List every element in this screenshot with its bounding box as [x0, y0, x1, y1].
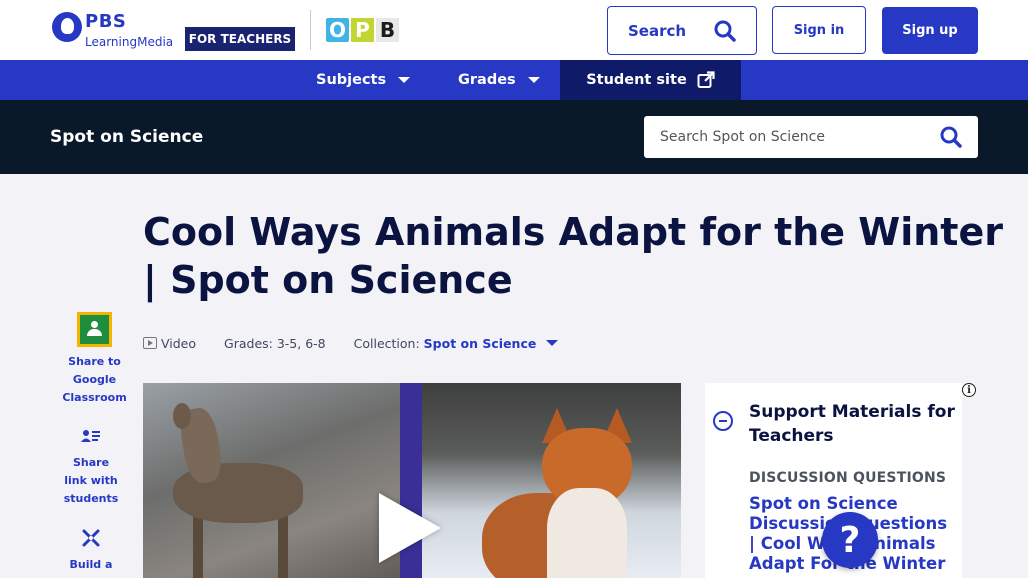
play-icon[interactable] — [379, 493, 441, 563]
for-teachers-badge: FOR TEACHERS — [185, 27, 295, 51]
nav-subjects-label: Subjects — [316, 72, 387, 88]
grades-text: Grades: 3-5, 6-8 — [224, 335, 326, 351]
video-thumbnail-deer — [143, 383, 400, 578]
build-label: Build a — [69, 558, 113, 571]
support-kicker: DISCUSSION QUESTIONS — [749, 470, 947, 486]
pencil-ruler-icon — [82, 529, 100, 547]
header-divider — [310, 10, 311, 50]
help-button[interactable]: ? — [822, 512, 878, 568]
chevron-down-icon — [527, 77, 540, 83]
opb-logo[interactable]: O P B — [326, 18, 399, 42]
collection-label: Collection: — [353, 335, 420, 351]
header-search-label: Search — [628, 21, 687, 40]
media-type: Video — [161, 335, 197, 351]
sign-up-button[interactable]: Sign up — [882, 7, 978, 54]
build-a-lesson[interactable]: Build a — [60, 528, 122, 574]
main-nav: Subjects Grades Student site — [0, 60, 1028, 100]
nav-subjects[interactable]: Subjects — [316, 60, 411, 100]
header-search-button[interactable]: Search — [607, 6, 757, 55]
info-icon[interactable]: i — [962, 383, 976, 397]
chevron-down-icon[interactable] — [546, 340, 559, 346]
share-link-label: Share link with students — [63, 456, 119, 505]
video-icon — [143, 337, 157, 349]
chevron-down-icon — [398, 77, 411, 83]
share-link-with-students[interactable]: Share link with students — [60, 428, 122, 508]
support-materials-title[interactable]: Support Materials for Teachers — [749, 400, 959, 448]
collection-title[interactable]: Spot on Science — [50, 127, 203, 147]
external-link-icon — [697, 71, 715, 88]
search-icon — [714, 20, 736, 42]
logo-pbs-text: PBS — [85, 11, 127, 32]
students-share-icon — [81, 430, 100, 442]
top-header: PBS LearningMedia FOR TEACHERS O P B Sea… — [0, 0, 1028, 60]
pbs-learningmedia-logo[interactable]: PBS LearningMedia — [52, 11, 176, 50]
nav-student-site-label: Student site — [586, 72, 687, 88]
nav-student-site[interactable]: Student site — [560, 60, 741, 100]
opb-letter-b: B — [376, 18, 399, 42]
logo-learningmedia-text: LearningMedia — [85, 35, 174, 49]
page-title: Cool Ways Animals Adapt for the Winter |… — [143, 210, 1003, 302]
pbs-head-icon — [52, 12, 82, 42]
collection-search-input[interactable] — [644, 116, 934, 158]
video-player[interactable] — [143, 383, 681, 578]
sign-in-button[interactable]: Sign in — [772, 6, 866, 54]
collection-link[interactable]: Spot on Science — [424, 336, 537, 351]
resource-meta: Video Grades: 3-5, 6-8 Collection: Spot … — [143, 334, 559, 352]
nav-grades[interactable]: Grades — [458, 60, 540, 100]
nav-grades-label: Grades — [458, 72, 516, 88]
video-thumbnail-fox — [422, 383, 681, 578]
opb-letter-o: O — [326, 18, 349, 42]
opb-letter-p: P — [351, 18, 374, 42]
collection-search — [644, 116, 978, 158]
google-classroom-icon — [77, 312, 112, 347]
search-icon[interactable] — [940, 126, 962, 148]
share-google-classroom-label: Share to Google Classroom — [62, 355, 127, 404]
collection-bar: Spot on Science — [0, 100, 1028, 174]
collapse-icon[interactable] — [713, 411, 733, 431]
share-google-classroom[interactable]: Share to Google Classroom — [62, 312, 127, 407]
